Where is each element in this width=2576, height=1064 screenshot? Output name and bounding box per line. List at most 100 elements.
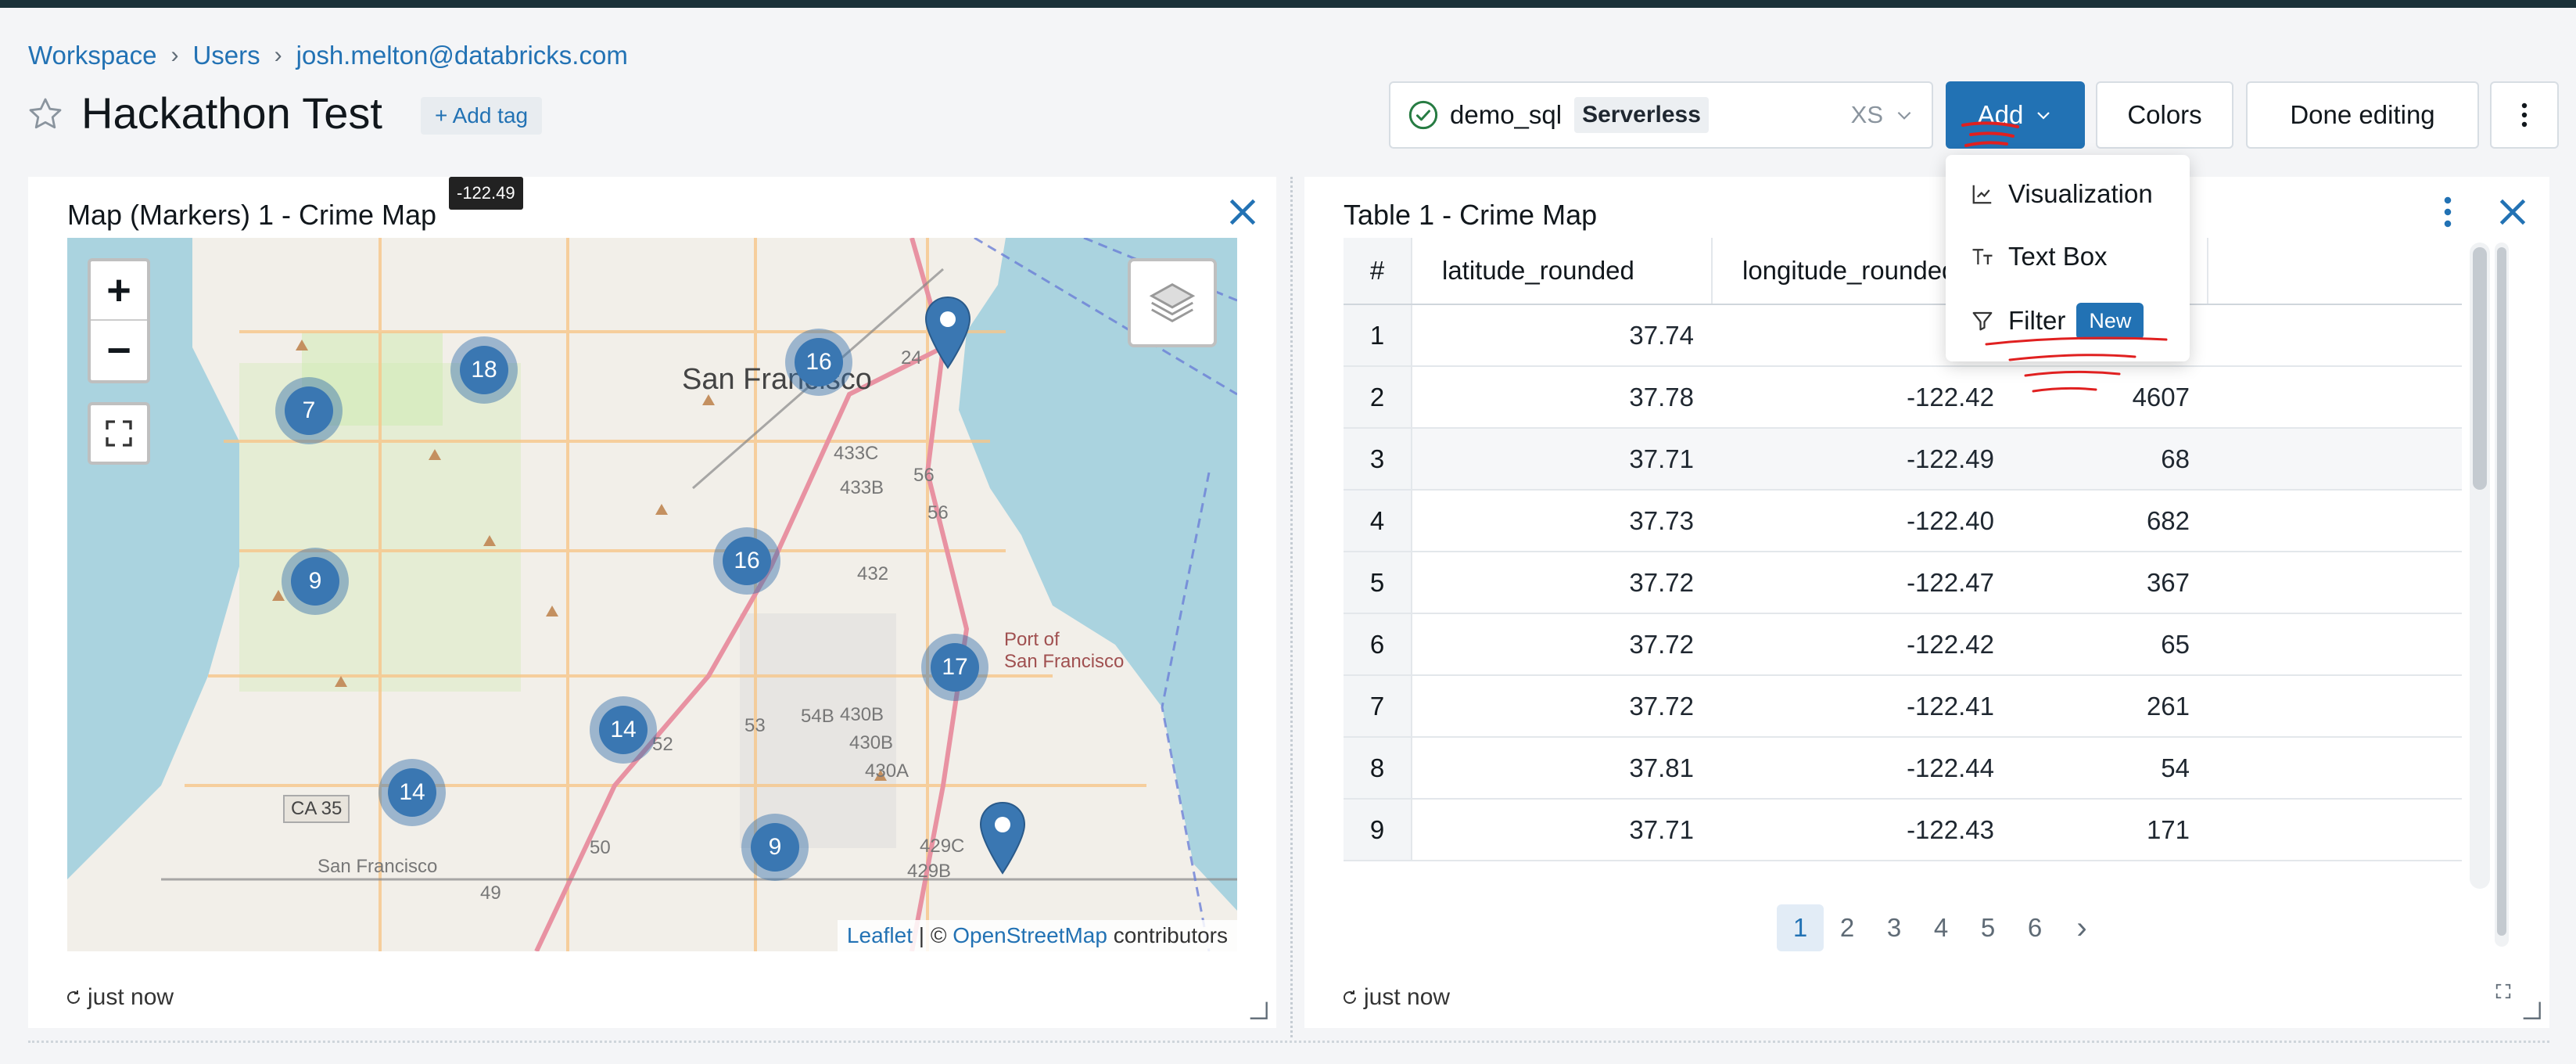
done-editing-button[interactable]: Done editing [2246,81,2479,149]
refresh-time: just now [1364,984,1451,1010]
table-cell: 37.72 [1629,567,1694,597]
map-road-label: 50 [590,837,611,858]
cluster-count: 14 [599,706,648,754]
colors-button[interactable]: Colors [2096,81,2233,149]
map-road-label: 49 [480,882,501,904]
column-header[interactable]: latitude_rounded [1412,238,1713,304]
menu-item-label: Filter [2008,306,2066,335]
page-button[interactable]: 5 [1964,904,2011,951]
map-road-label: 56 [927,502,949,523]
map-cluster-marker[interactable]: 9 [741,814,809,881]
page-button[interactable]: 1 [1777,904,1824,951]
row-index: 7 [1344,676,1412,736]
pagination: 1 2 3 4 5 6 › [1777,904,2105,951]
widget-menu-icon[interactable] [2432,192,2463,232]
menu-item-visualization[interactable]: Visualization [1946,166,2190,222]
layers-button[interactable] [1128,258,1217,347]
add-tag-button[interactable]: + Add tag [421,97,543,135]
column-header[interactable]: # [1344,238,1412,304]
grid-divider [1290,177,1293,1037]
fullscreen-button[interactable] [88,402,150,465]
data-table: # latitude_rounded longitude_rounded 1 37… [1344,238,2462,861]
check-circle-icon [1408,100,1438,130]
layers-icon [1149,282,1196,323]
page-title: Hackathon Test [81,88,382,138]
table-cell: -122.42 [1907,629,1994,659]
widget-scrollbar[interactable] [2495,243,2509,947]
table-cell: 37.74 [1629,320,1694,350]
breadcrumb-workspace[interactable]: Workspace [28,41,156,70]
map-cluster-marker[interactable]: 16 [785,329,852,396]
map-road-label: 54B [801,706,834,727]
page-button[interactable]: 3 [1871,904,1918,951]
table-widget[interactable]: Table 1 - Crime Map # latitude_rounded l… [1304,177,2549,1028]
map-cluster-marker[interactable]: 7 [275,377,343,444]
table-cell: -122.43 [1907,814,1994,844]
map-widget[interactable]: Map (Markers) 1 - Crime Map + − San Fran… [28,177,1276,1028]
row-index: 3 [1344,429,1412,489]
table-cell: 37.72 [1629,691,1694,721]
leaflet-link[interactable]: Leaflet [847,923,913,947]
map-pin-marker[interactable] [979,801,1026,876]
row-index: 6 [1344,614,1412,674]
map-cluster-marker[interactable]: 9 [282,548,349,615]
top-bar [0,0,2576,8]
table-cell: 65 [2161,629,2190,659]
warehouse-type-badge: Serverless [1574,97,1709,133]
warehouse-name: demo_sql [1450,100,1562,129]
next-page-button[interactable]: › [2058,904,2105,951]
kebab-menu-icon [2521,102,2528,128]
favorite-star-icon[interactable] [27,95,64,133]
page-button[interactable]: 6 [2011,904,2058,951]
page-button[interactable]: 2 [1824,904,1871,951]
refresh-status[interactable]: just now [1340,984,1450,1011]
close-icon[interactable] [1223,192,1262,232]
table-scrollbar[interactable] [2470,243,2490,889]
cluster-count: 18 [460,346,508,394]
table-cell: -122.49 [1907,444,1994,473]
resize-handle-icon[interactable] [1247,998,1268,1020]
map-attribution: Leaflet | © OpenStreetMap contributors [837,920,1237,951]
page-button[interactable]: 4 [1918,904,1964,951]
close-icon[interactable] [2493,192,2532,232]
refresh-icon [1344,990,1356,1004]
openstreetmap-link[interactable]: OpenStreetMap [953,923,1107,947]
map-cluster-marker[interactable]: 14 [379,759,446,826]
map-pin-marker[interactable] [924,296,971,371]
row-index: 5 [1344,552,1412,613]
refresh-status[interactable]: just now [64,984,174,1011]
table-cell: -122.44 [1907,753,1994,782]
menu-item-text-box[interactable]: Text Box [1946,228,2190,285]
table-row: 2 37.78 -122.42 4607 [1344,367,2462,429]
table-row: 6 37.72 -122.42 65 [1344,614,2462,676]
more-options-button[interactable] [2490,81,2559,149]
row-index: 8 [1344,738,1412,798]
attribution-separator: | © [913,923,953,947]
scrollbar-thumb[interactable] [2473,247,2487,490]
cluster-count: 14 [388,768,436,817]
table-cell: 37.78 [1629,382,1694,412]
map-cluster-marker[interactable]: 18 [450,336,518,404]
map-cluster-marker[interactable]: 17 [921,634,988,701]
zoom-in-button[interactable]: + [91,261,147,321]
warehouse-size-label: XS [1850,101,1883,128]
refresh-time: just now [88,984,174,1010]
menu-item-filter[interactable]: Filter New [1946,293,2190,349]
map-canvas[interactable]: + − San Francisco San Francisco CA 35 Po… [67,238,1237,951]
breadcrumb-users[interactable]: Users [192,41,260,70]
expand-icon[interactable] [2495,983,2512,1000]
resize-handle-icon[interactable] [2520,998,2542,1020]
scrollbar-thumb[interactable] [2497,247,2506,936]
map-cluster-marker[interactable]: 14 [590,696,657,764]
cluster-count: 17 [931,643,979,692]
row-index: 2 [1344,367,1412,427]
table-cell: 68 [2161,444,2190,473]
breadcrumb-user-folder[interactable]: josh.melton@databricks.com [296,41,628,70]
widget-title: Map (Markers) 1 - Crime Map [67,199,437,231]
zoom-out-button[interactable]: − [91,321,147,380]
warehouse-selector[interactable]: demo_sql Serverless XS [1389,81,1933,149]
table-cell: 261 [2146,691,2190,721]
map-cluster-marker[interactable]: 16 [713,527,780,595]
menu-item-label: Text Box [2008,242,2108,271]
add-button[interactable]: Add [1946,81,2085,149]
